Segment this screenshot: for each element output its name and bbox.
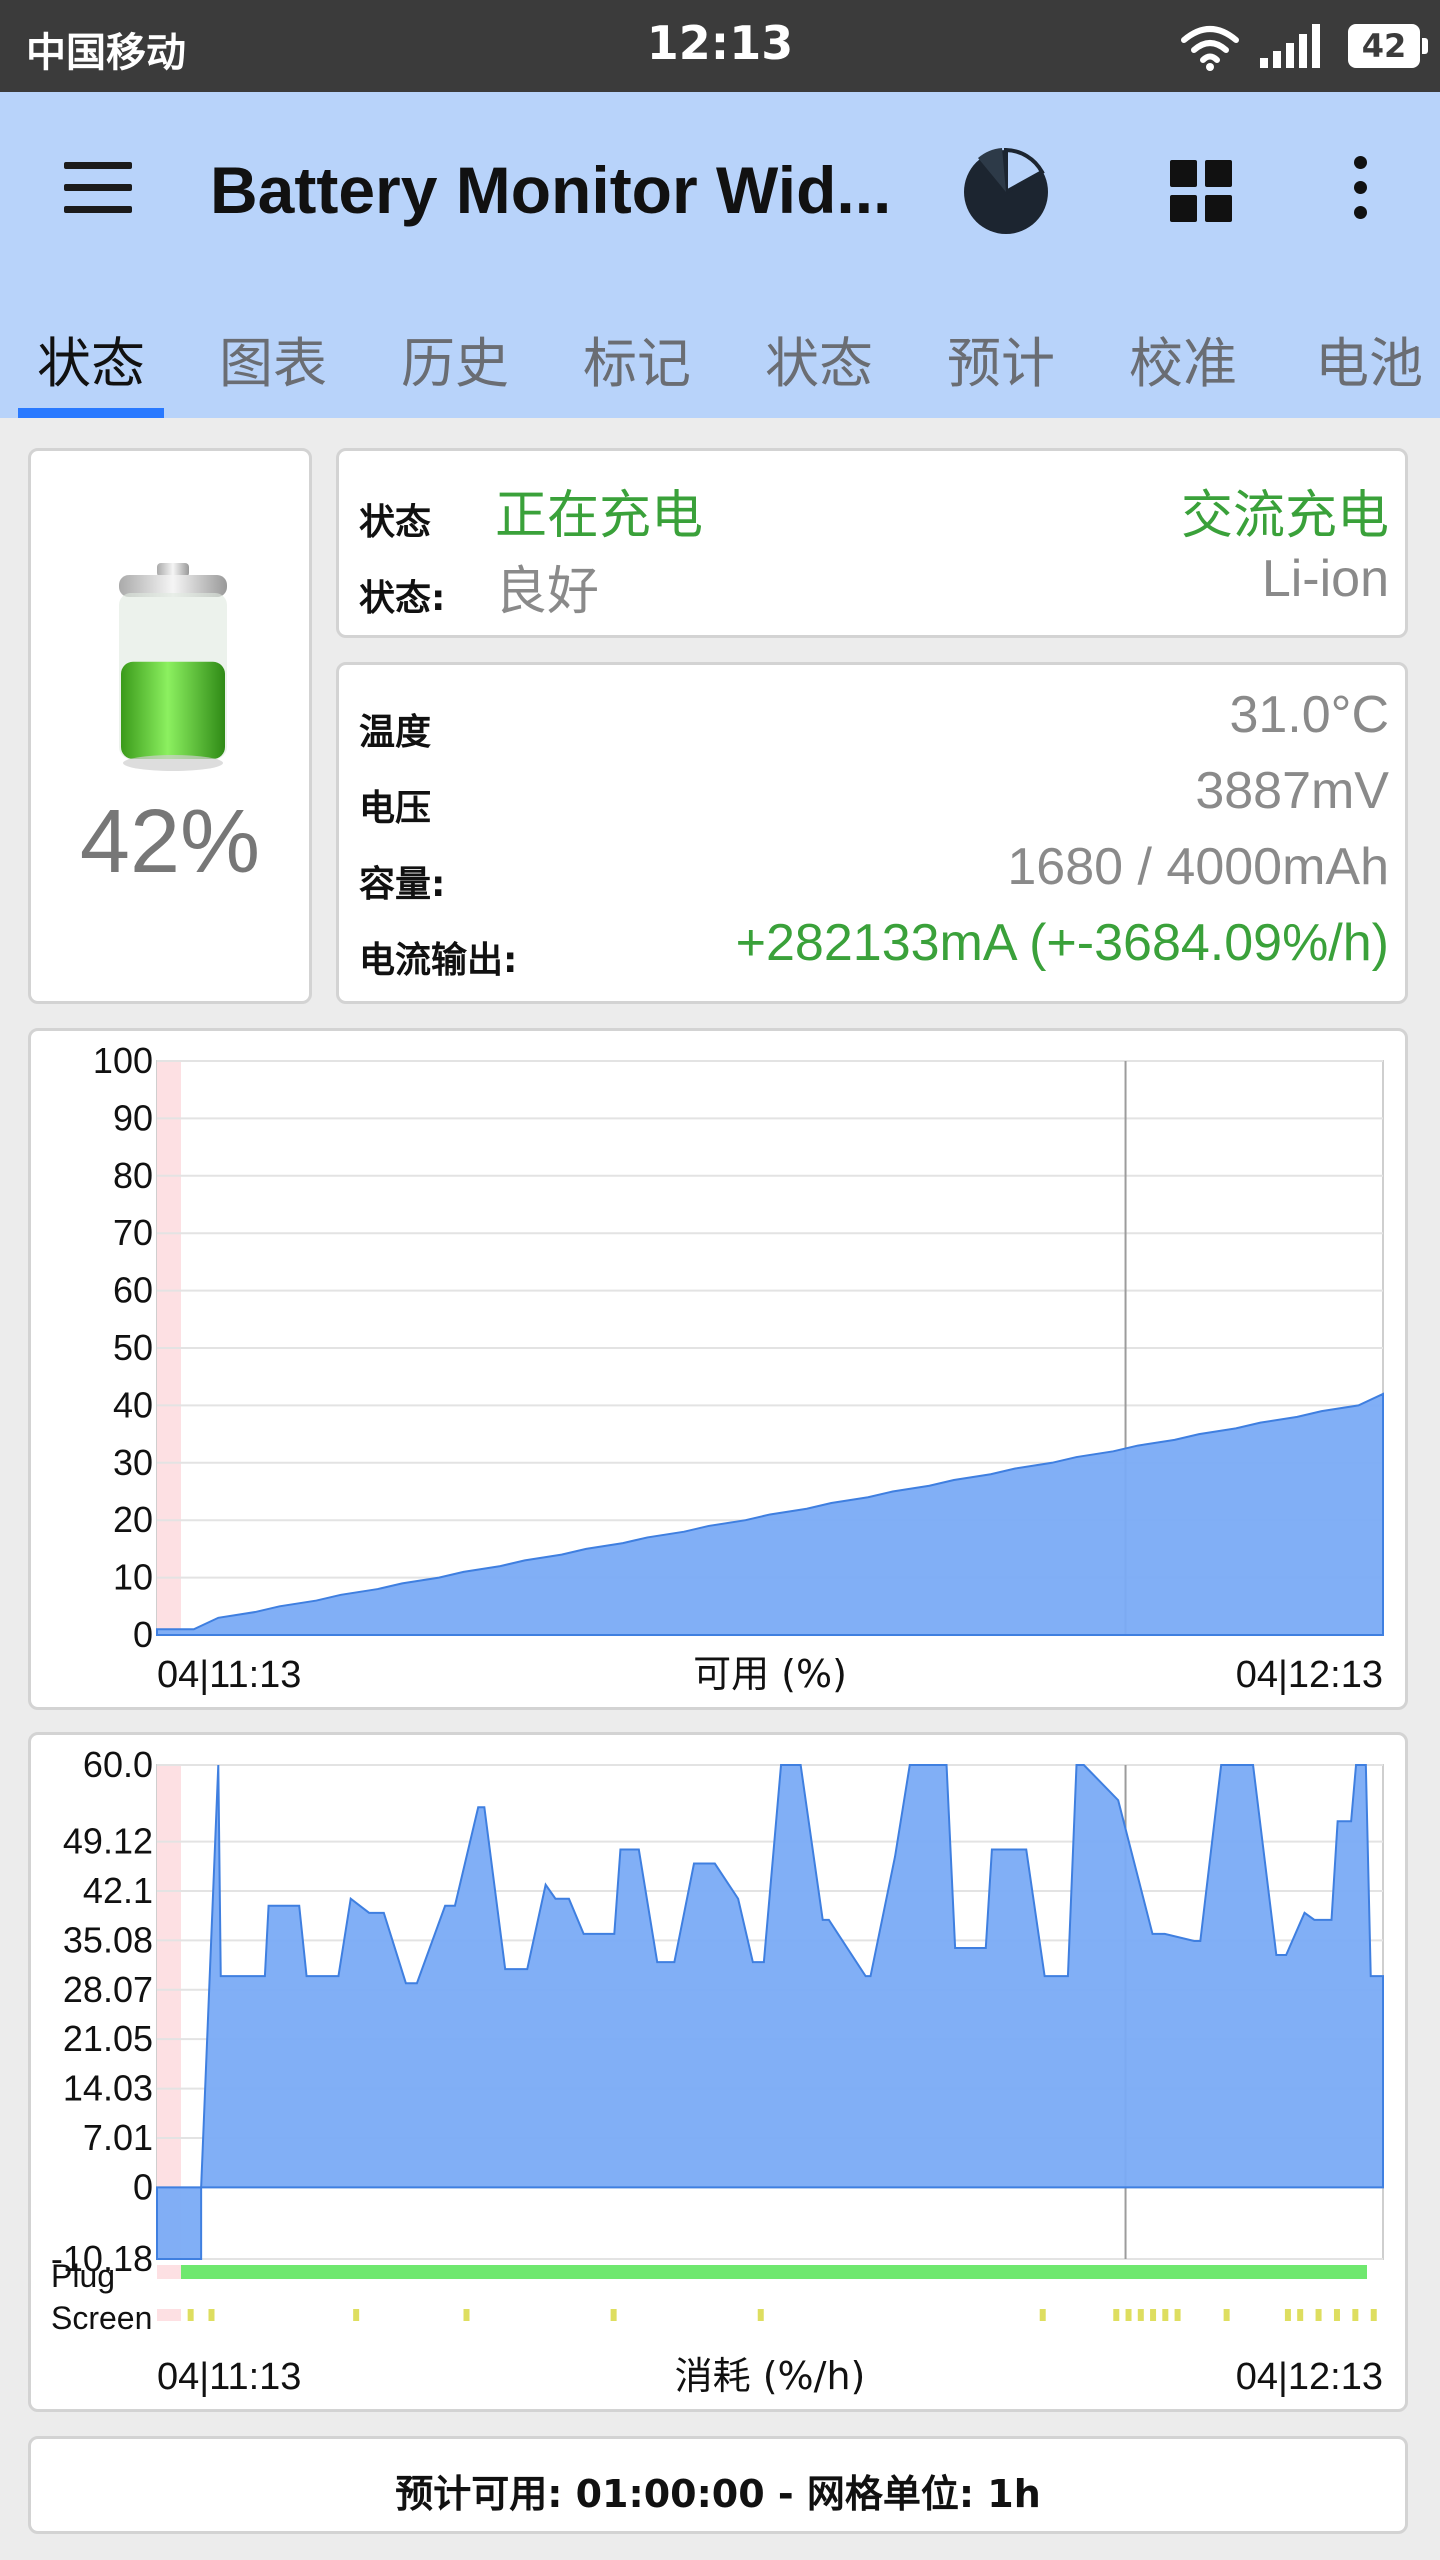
screen-on-tick bbox=[187, 2309, 194, 2321]
capacity-value: 1680 / 4000mAh bbox=[1007, 838, 1389, 896]
state-value: 正在充电 bbox=[495, 487, 704, 545]
capacity-label: 容量: bbox=[359, 864, 446, 905]
screen-on-tick bbox=[1370, 2309, 1377, 2321]
app-root: 中国移动 12:13 42 Battery Monitor Wid... 状态 … bbox=[0, 0, 1440, 2560]
tab-status[interactable]: 状态 bbox=[0, 314, 182, 418]
current-label: 电流输出: bbox=[359, 940, 518, 981]
y-tick-label: 28.07 bbox=[63, 1969, 153, 2010]
y-tick-label: 60.0 bbox=[83, 1744, 153, 1785]
tab-chart[interactable]: 图表 bbox=[182, 314, 364, 418]
screen-unplugged-segment bbox=[157, 2309, 181, 2321]
battery-fill bbox=[121, 661, 225, 759]
charging-status-card[interactable]: 状态 正在充电 交流充电 状态: 良好 Li-ion bbox=[336, 448, 1408, 638]
x-axis-label: 消耗 (%/h) bbox=[675, 2354, 866, 2398]
system-status-bar: 中国移动 12:13 42 bbox=[0, 0, 1440, 92]
screen-on-tick bbox=[1113, 2309, 1120, 2321]
active-tab-indicator bbox=[18, 408, 164, 418]
wifi-icon bbox=[1181, 26, 1239, 71]
charge-type-value: 交流充电 bbox=[1180, 487, 1389, 545]
capacity-chart-card[interactable]: 100 90 80 70 60 50 40 30 20 10 0 04|11:13 04|12:13 可用… bbox=[28, 1028, 1408, 1710]
y-tick-label: 20 bbox=[113, 1499, 153, 1540]
health-value: 良好 bbox=[495, 563, 600, 621]
screen-on-tick bbox=[1125, 2309, 1132, 2321]
state-label: 状态 bbox=[359, 502, 432, 543]
screen-on-tick bbox=[353, 2309, 360, 2321]
y-tick-label: 80 bbox=[113, 1155, 153, 1196]
tab-markers[interactable]: 标记 bbox=[546, 314, 728, 418]
y-tick-label: 40 bbox=[113, 1384, 153, 1425]
signal-icon bbox=[1260, 24, 1320, 68]
x-tick-label-start: 04|11:13 bbox=[157, 2356, 301, 2398]
x-tick-label-end: 04|12:13 bbox=[1236, 1654, 1383, 1696]
screen-row-label: Screen bbox=[51, 2300, 152, 2336]
screen-on-tick bbox=[610, 2309, 617, 2321]
y-tick-label: 21.05 bbox=[63, 2018, 153, 2059]
y-tick-label: 60 bbox=[113, 1270, 153, 1311]
app-title: Battery Monitor Wid... bbox=[210, 153, 892, 227]
screen-on-tick bbox=[1284, 2309, 1291, 2321]
y-tick-label: 70 bbox=[113, 1212, 153, 1253]
y-tick-label: 10 bbox=[113, 1557, 153, 1598]
screen-on-tick bbox=[757, 2309, 764, 2321]
status-battery-icon: 42 bbox=[1348, 24, 1428, 68]
unplugged-band bbox=[157, 1765, 181, 2259]
y-tick-label: 30 bbox=[113, 1442, 153, 1483]
screen-on-tick bbox=[1162, 2309, 1169, 2321]
y-tick-label: 7.01 bbox=[83, 2117, 153, 2158]
tab-bar: 状态 图表 历史 标记 状态 预计 校准 电池 bbox=[0, 314, 1440, 418]
y-tick-label: 42.1 bbox=[83, 1870, 153, 1911]
screen-on-tick bbox=[208, 2309, 215, 2321]
screen-on-tick bbox=[463, 2309, 470, 2321]
x-tick-label-start: 04|11:13 bbox=[157, 1654, 301, 1696]
y-tick-label: 0 bbox=[133, 1614, 153, 1655]
x-tick-label-end: 04|12:13 bbox=[1236, 2356, 1383, 2398]
battery-icon bbox=[119, 563, 227, 771]
x-axis-label: 可用 (%) bbox=[693, 1652, 847, 1696]
temperature-label: 温度 bbox=[359, 712, 432, 753]
y-tick-label: 90 bbox=[113, 1097, 153, 1138]
battery-percent: 42% bbox=[79, 792, 261, 892]
grid-icon[interactable] bbox=[1170, 160, 1232, 222]
app-bar: Battery Monitor Wid... 状态 图表 历史 标记 状态 预计… bbox=[0, 92, 1440, 418]
tab-estimate[interactable]: 预计 bbox=[910, 314, 1092, 418]
y-tick-label: 35.08 bbox=[63, 1919, 153, 1960]
battery-info-card[interactable]: 温度 31.0°C 电压 3887mV 容量: 1680 / 4000mAh 电… bbox=[336, 662, 1408, 1004]
y-tick-label: 50 bbox=[113, 1327, 153, 1368]
battery-level-card[interactable]: 42% bbox=[28, 448, 312, 1004]
tab-battery[interactable]: 电池 bbox=[1274, 314, 1440, 418]
screen-on-tick bbox=[1174, 2309, 1181, 2321]
y-tick-label: 0 bbox=[133, 2166, 153, 2207]
y-tick-label: 49.12 bbox=[63, 1821, 153, 1862]
estimate-footer-text: 预计可用: 01:00:00 - 网格单位: 1h bbox=[395, 2472, 1041, 2516]
capacity-chart: 100908070605040302010004|11:13 04|12:13可用… bbox=[93, 1040, 1384, 1696]
tab-history[interactable]: 历史 bbox=[364, 314, 546, 418]
health-label: 状态: bbox=[359, 578, 446, 619]
voltage-value: 3887mV bbox=[1195, 762, 1389, 820]
y-tick-label: 14.03 bbox=[63, 2068, 153, 2109]
voltage-label: 电压 bbox=[359, 788, 432, 829]
pie-chart-icon[interactable] bbox=[958, 142, 1054, 238]
screen-on-tick bbox=[1223, 2309, 1230, 2321]
menu-icon[interactable] bbox=[64, 162, 132, 214]
y-tick-label: 100 bbox=[93, 1040, 153, 1081]
tab-status-2[interactable]: 状态 bbox=[728, 314, 910, 418]
screen-on-tick bbox=[1039, 2309, 1046, 2321]
consumption-chart: 60.049.1242.135.0828.0721.0514.037.010-1… bbox=[51, 1744, 1384, 2398]
plug-bar bbox=[181, 2265, 1367, 2279]
screen-on-tick bbox=[1137, 2309, 1144, 2321]
tab-calibrate[interactable]: 校准 bbox=[1092, 314, 1274, 418]
plug-unplugged-segment bbox=[157, 2265, 181, 2279]
screen-on-tick bbox=[1297, 2309, 1304, 2321]
estimate-footer-card[interactable]: 预计可用: 01:00:00 - 网格单位: 1h bbox=[28, 2436, 1408, 2534]
technology-value: Li-ion bbox=[1261, 550, 1389, 608]
current-value: +282133mA (+-3684.09%/h) bbox=[735, 914, 1389, 972]
screen-on-tick bbox=[1333, 2309, 1340, 2321]
screen-on-tick bbox=[1352, 2309, 1359, 2321]
screen-on-tick bbox=[1315, 2309, 1322, 2321]
temperature-value: 31.0°C bbox=[1229, 686, 1389, 744]
consumption-chart-card[interactable]: 60.0 49.12 42.1 35.08 28.07 21.05 14.03 7.01 0 -1… bbox=[28, 1732, 1408, 2412]
more-vert-icon[interactable] bbox=[1340, 156, 1380, 226]
plug-row-label: Plug bbox=[51, 2258, 115, 2294]
screen-on-tick bbox=[1150, 2309, 1157, 2321]
